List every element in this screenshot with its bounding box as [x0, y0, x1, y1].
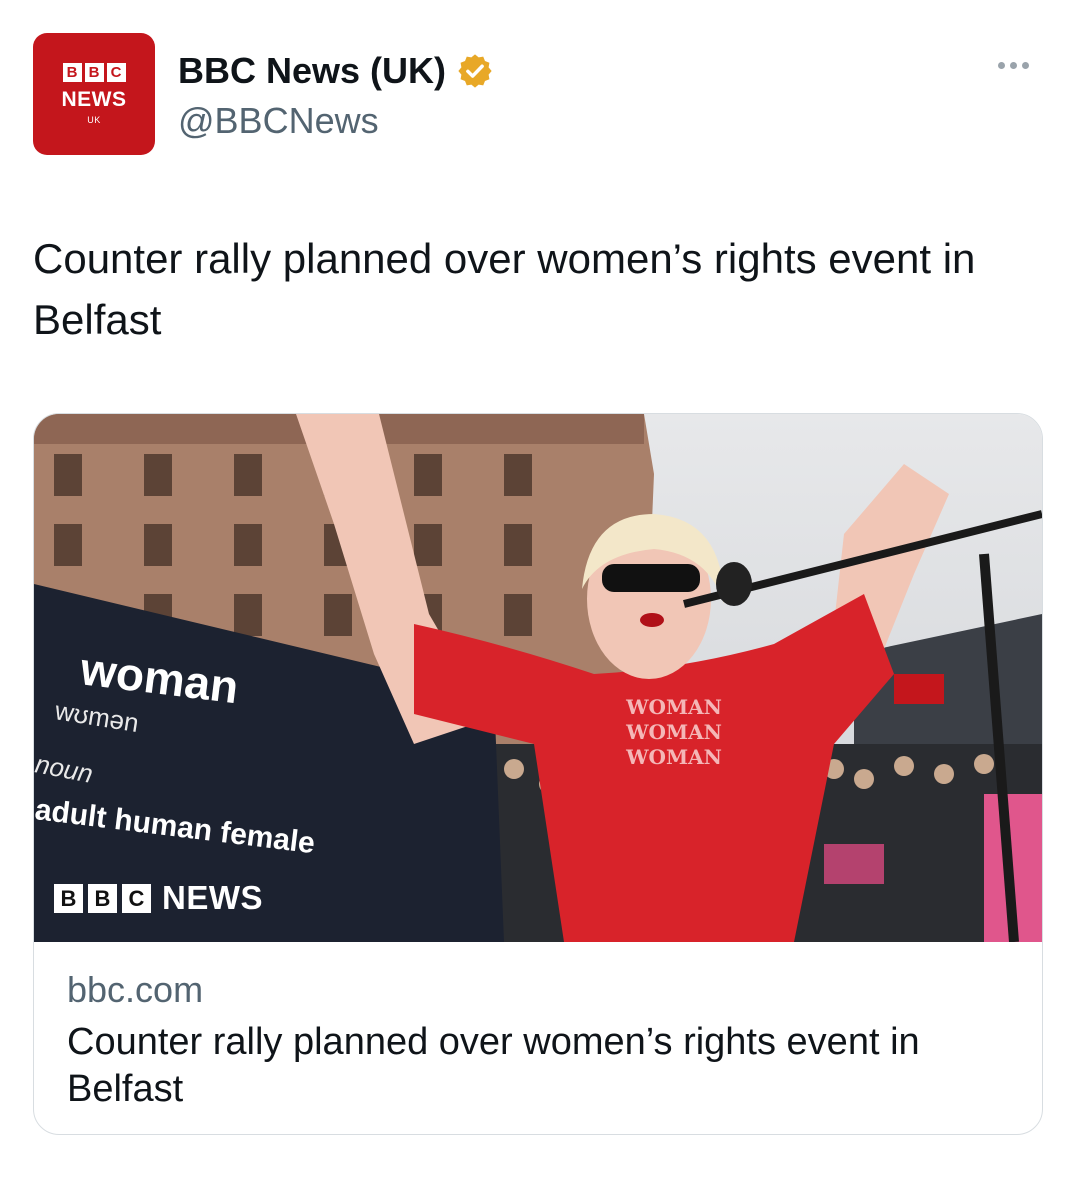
avatar-bbc-blocks: B B C: [62, 63, 126, 82]
more-dot: [1022, 62, 1029, 69]
watermark-block: B: [88, 883, 117, 913]
avatar-block: B: [62, 63, 82, 82]
more-dot: [1010, 62, 1017, 69]
bbc-news-watermark: B B C NEWS: [54, 879, 263, 917]
shirt-text: WOMAN: [625, 745, 722, 769]
rally-photo: woman wʊmən noun adult human female WOMA…: [34, 414, 1042, 942]
shirt-text: WOMAN: [625, 695, 722, 719]
more-horizontal-icon[interactable]: [998, 62, 1029, 69]
author-display-name[interactable]: BBC News (UK): [178, 50, 446, 92]
tweet-text: Counter rally planned over women’s right…: [33, 235, 976, 343]
watermark-block: B: [54, 883, 83, 913]
author-handle[interactable]: @BBCNews: [178, 100, 379, 142]
avatar-label: NEWS: [61, 88, 127, 111]
author-avatar[interactable]: B B C NEWS UK: [33, 33, 155, 155]
link-domain[interactable]: bbc.com: [67, 969, 203, 1011]
link-title[interactable]: Counter rally planned over women’s right…: [67, 1019, 1017, 1113]
avatar-block: C: [106, 63, 126, 82]
verified-badge-icon[interactable]: [456, 52, 494, 90]
link-preview-image[interactable]: woman wʊmən noun adult human female WOMA…: [34, 414, 1042, 942]
watermark-label: NEWS: [162, 879, 263, 916]
shirt-text: WOMAN: [625, 720, 722, 744]
watermark-block: C: [122, 883, 151, 913]
more-dot: [998, 62, 1005, 69]
avatar-block: B: [84, 63, 104, 82]
author-name-row: BBC News (UK): [178, 50, 494, 92]
avatar-sublabel: UK: [87, 115, 101, 125]
link-preview-card[interactable]: woman wʊmən noun adult human female WOMA…: [33, 413, 1043, 1135]
